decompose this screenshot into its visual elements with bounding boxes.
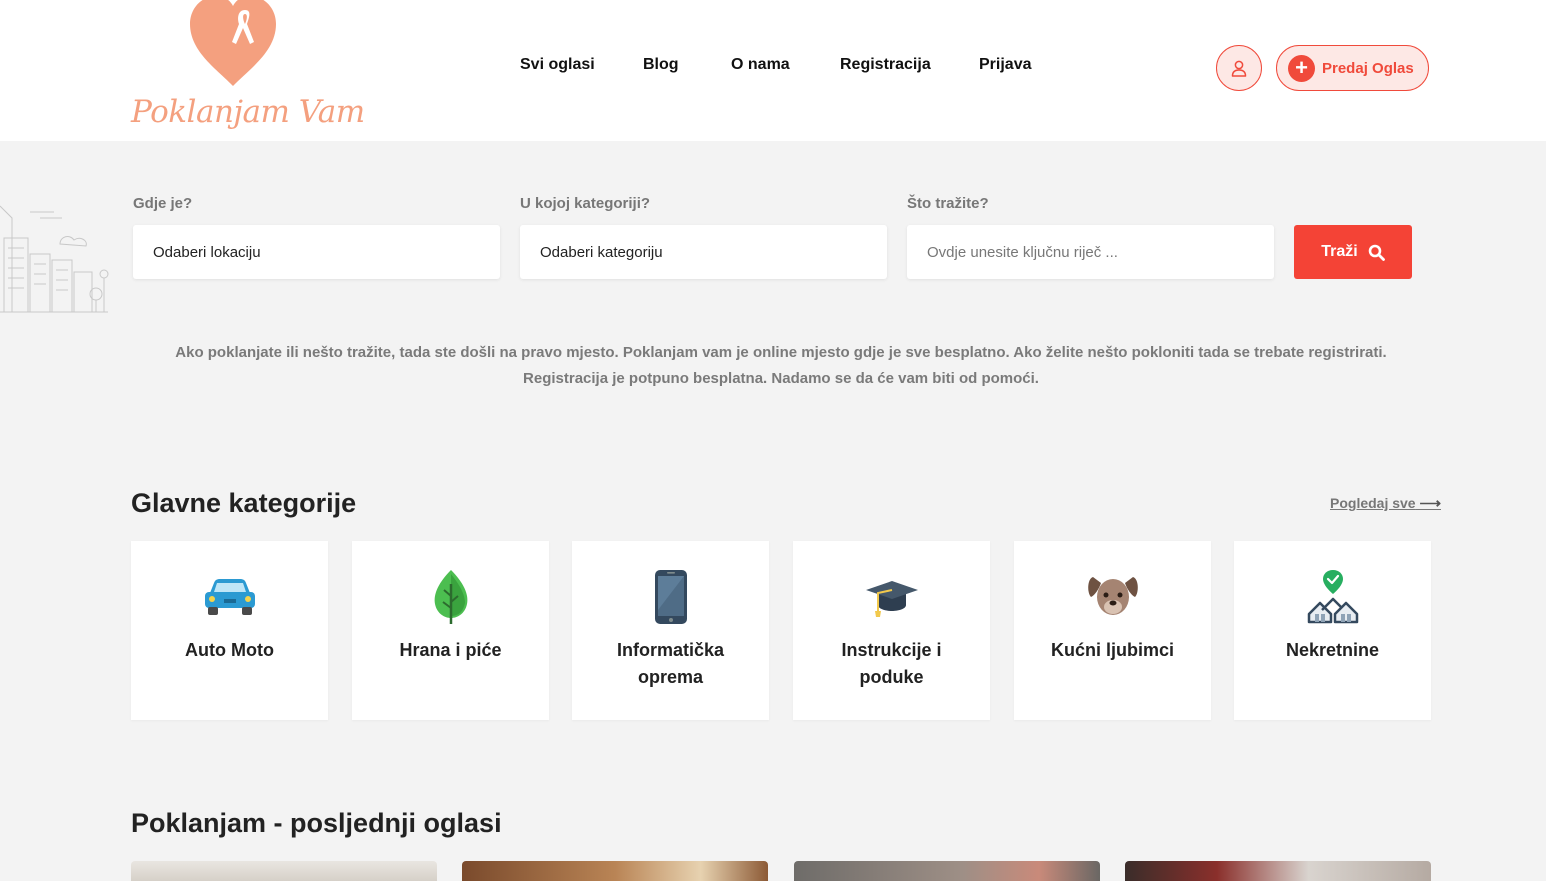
category-card-it[interactable]: Informatička oprema	[572, 541, 769, 720]
location-select[interactable]: Odaberi lokaciju	[133, 225, 500, 279]
listing-card-3[interactable]	[794, 861, 1100, 881]
plus-icon: +	[1288, 54, 1315, 82]
user-icon	[1231, 60, 1247, 77]
see-all-label: Pogledaj sve	[1330, 495, 1416, 511]
phone-icon	[654, 570, 687, 624]
category-label: Informatička oprema	[616, 640, 725, 687]
leaf-icon	[434, 570, 467, 624]
keyword-label: Što tražite?	[907, 195, 989, 212]
category-card-food[interactable]: Hrana i piće	[352, 541, 549, 720]
nav-link-register[interactable]: Registracija	[840, 56, 931, 74]
arrow-right-icon: ⟶	[1419, 495, 1441, 512]
category-card-pets[interactable]: Kućni ljubimci	[1014, 541, 1211, 720]
heart-ribbon-logo-icon	[190, 0, 276, 86]
keyword-field	[907, 225, 1274, 279]
category-label: Nekretnine	[1285, 640, 1380, 660]
listing-card-2[interactable]	[462, 861, 768, 881]
listing-card-4[interactable]	[1125, 861, 1431, 881]
intro-text: Ako poklanjate ili nešto tražite, tada s…	[175, 344, 1387, 387]
category-label: Auto Moto	[185, 640, 274, 660]
site-logo[interactable]: Poklanjam Vam	[131, 0, 365, 141]
category-label: Hrana i piće	[399, 640, 502, 660]
category-select-value: Odaberi kategoriju	[540, 243, 663, 261]
category-select[interactable]: Odaberi kategoriju	[520, 225, 887, 279]
category-card-auto-moto[interactable]: Auto Moto	[131, 541, 328, 720]
category-label: U kojoj kategoriji?	[520, 195, 651, 212]
post-ad-button[interactable]: + Predaj Oglas	[1276, 45, 1429, 91]
location-select-value: Odaberi lokaciju	[153, 243, 261, 261]
nav-link-all-ads[interactable]: Svi oglasi	[520, 56, 595, 74]
category-label: Kućni ljubimci	[1050, 640, 1174, 660]
car-icon	[204, 579, 255, 615]
logo-text: Poklanjam Vam	[131, 94, 365, 130]
categories-title: Glavne kategorije	[131, 488, 357, 518]
nav-link-about[interactable]: O nama	[731, 56, 790, 74]
search-button[interactable]: Traži	[1294, 225, 1412, 279]
listing-card-1[interactable]	[131, 861, 437, 881]
dog-icon	[1087, 577, 1138, 615]
category-card-tutoring[interactable]: Instrukcije i poduke	[793, 541, 990, 720]
latest-ads-title: Poklanjam - posljednji oglasi	[131, 808, 502, 838]
graduation-cap-icon	[865, 581, 918, 617]
post-ad-label: Predaj Oglas	[1322, 59, 1414, 77]
location-label: Gdje je?	[133, 195, 193, 212]
site-header: Poklanjam Vam Svi oglasi Blog O nama Reg…	[0, 0, 1546, 141]
nav-link-blog[interactable]: Blog	[643, 56, 679, 74]
user-account-button[interactable]	[1216, 45, 1262, 91]
search-icon	[1368, 244, 1385, 261]
nav-link-login[interactable]: Prijava	[979, 56, 1031, 74]
category-card-real-estate[interactable]: Nekretnine	[1234, 541, 1431, 720]
category-label: Instrukcije i poduke	[841, 640, 942, 687]
keyword-input[interactable]	[927, 243, 1254, 261]
search-button-label: Traži	[1321, 243, 1358, 260]
see-all-link[interactable]: Pogledaj sve ⟶	[1330, 494, 1441, 512]
real-estate-icon	[1307, 570, 1358, 624]
city-illustration-icon	[0, 205, 109, 313]
